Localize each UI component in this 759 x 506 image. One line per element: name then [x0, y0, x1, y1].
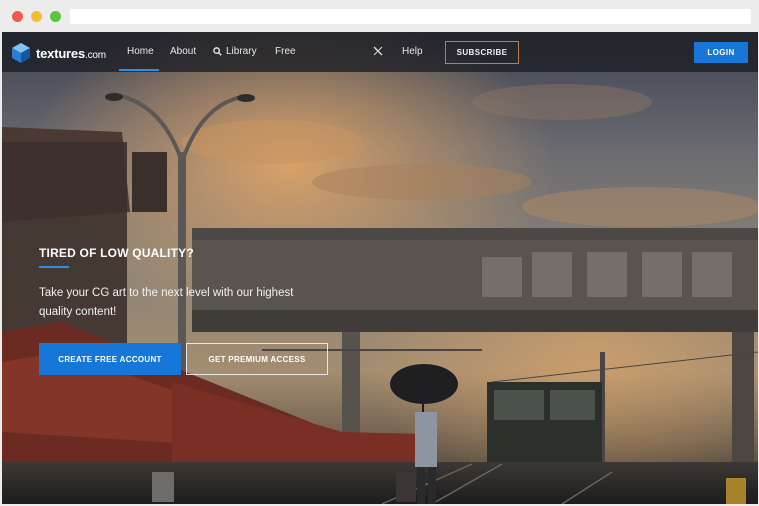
hero-subtitle: Take your CG art to the next level with … — [39, 287, 294, 318]
hero-title-underline — [39, 266, 69, 268]
nav-link-about[interactable]: About — [170, 46, 196, 57]
search-icon — [213, 47, 222, 56]
get-premium-access-button[interactable]: GET PREMIUM ACCESS — [186, 343, 328, 375]
maximize-window-button[interactable] — [50, 11, 61, 22]
browser-chrome — [0, 0, 759, 32]
logo-wordmark: textures.com — [36, 45, 106, 61]
nav-link-library[interactable]: Library — [213, 46, 257, 57]
nav-link-library-label: Library — [226, 46, 257, 57]
active-nav-indicator — [119, 69, 159, 71]
x-logo-icon — [373, 46, 383, 56]
site-logo[interactable]: textures.com — [11, 42, 106, 64]
page-viewport: textures.com Home About Library Free Hel… — [2, 32, 758, 504]
subscribe-button[interactable]: SUBSCRIBE — [445, 41, 519, 64]
x-social-link[interactable] — [373, 46, 383, 59]
address-bar[interactable] — [70, 9, 751, 24]
browser-window: textures.com Home About Library Free Hel… — [0, 0, 759, 506]
nav-link-free[interactable]: Free — [275, 46, 296, 57]
minimize-window-button[interactable] — [31, 11, 42, 22]
hero-background-image — [2, 32, 758, 504]
nav-link-home[interactable]: Home — [127, 46, 154, 57]
login-button[interactable]: LOGIN — [694, 42, 748, 63]
cube-logo-icon — [12, 43, 30, 63]
nav-link-help[interactable]: Help — [402, 46, 423, 57]
top-navigation-bar: textures.com Home About Library Free Hel… — [2, 32, 758, 72]
hero-title: TIRED OF LOW QUALITY? — [39, 246, 194, 260]
close-window-button[interactable] — [12, 11, 23, 22]
create-free-account-button[interactable]: CREATE FREE ACCOUNT — [39, 343, 181, 375]
